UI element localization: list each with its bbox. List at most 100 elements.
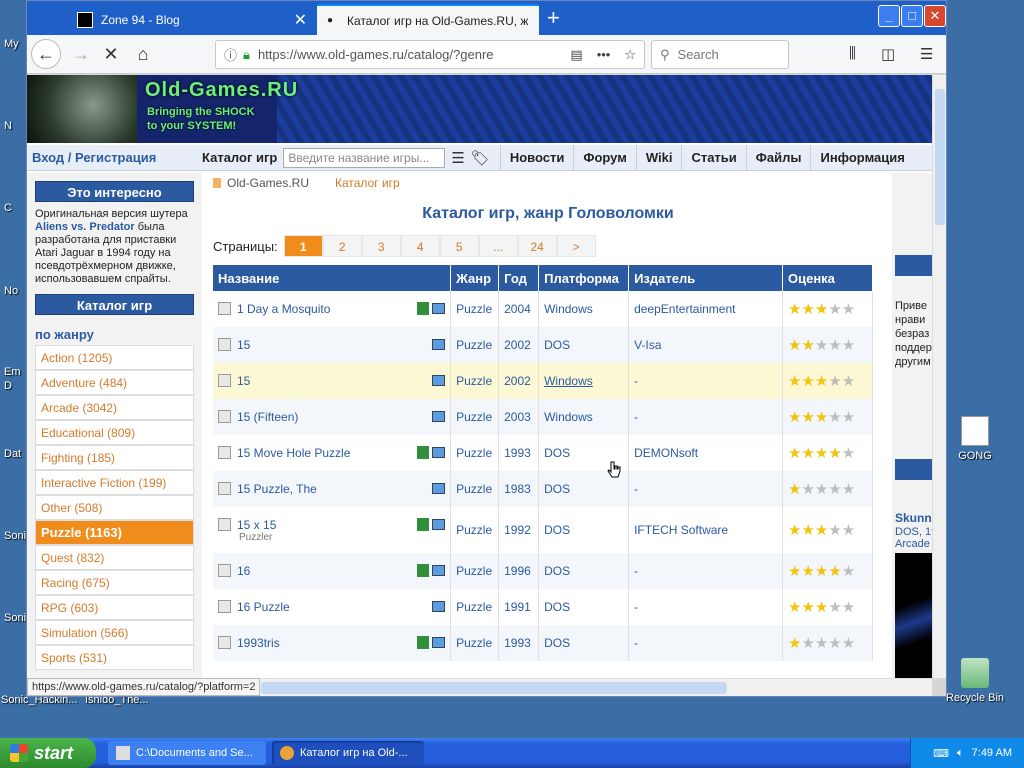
publisher-cell[interactable]: V-Isa — [628, 327, 783, 363]
table-row[interactable]: 1993tris Puzzle 1993 DOS - ★★★★★ — [213, 625, 874, 661]
site-menu-item[interactable]: Статьи — [681, 144, 745, 171]
publisher-cell[interactable]: - — [628, 471, 783, 507]
column-header[interactable]: Год — [498, 265, 540, 291]
year-cell[interactable]: 1983 — [498, 471, 540, 507]
table-row[interactable]: 15 x 15 Puzzler Puzzle 1992 DOS IFTECH Softwa… — [213, 507, 874, 553]
genre-cell[interactable]: Puzzle — [450, 625, 500, 661]
video-icon[interactable] — [417, 302, 430, 315]
year-link[interactable]: 1983 — [504, 482, 531, 496]
screenshot-icon[interactable] — [432, 447, 446, 458]
publisher-link[interactable]: deepEntertainment — [634, 302, 735, 316]
featured-game-screenshot[interactable] — [895, 553, 932, 678]
platform-link[interactable]: DOS — [544, 446, 570, 460]
page-link[interactable]: 3 — [361, 235, 401, 257]
year-cell[interactable]: 1996 — [498, 553, 540, 589]
screenshot-icon[interactable] — [432, 601, 446, 612]
login-link[interactable]: Вход / Регистрация — [32, 150, 202, 165]
publisher-link[interactable]: - — [634, 482, 638, 496]
search-input[interactable]: ⚲ Search — [651, 40, 789, 69]
platform-link[interactable]: DOS — [544, 338, 570, 352]
genre-cell[interactable]: Puzzle — [450, 399, 500, 435]
featured-game-title[interactable]: Skunn — [895, 511, 932, 525]
page-link[interactable]: 24 — [517, 235, 557, 257]
video-icon[interactable] — [417, 564, 430, 577]
publisher-link[interactable]: - — [634, 374, 638, 388]
filter-sliders-icon[interactable]: ☰ — [451, 149, 464, 167]
publisher-link[interactable]: V-Isa — [634, 338, 661, 352]
table-row[interactable]: 15 Puzzle 2002 Windows - ★★★★★ — [213, 363, 874, 399]
minimize-button[interactable]: _ — [878, 5, 900, 27]
info-icon[interactable]: ⓘ — [224, 45, 237, 64]
genre-link[interactable]: Sports (531) — [35, 645, 194, 670]
platform-link[interactable]: DOS — [544, 564, 570, 578]
video-icon[interactable] — [417, 446, 430, 459]
game-title-link[interactable]: 16 Puzzle — [237, 600, 290, 614]
publisher-link[interactable]: - — [634, 564, 638, 578]
screenshot-icon[interactable] — [432, 565, 446, 576]
year-cell[interactable]: 2003 — [498, 399, 540, 435]
video-icon[interactable] — [417, 517, 430, 531]
platform-cell[interactable]: Windows — [538, 399, 630, 435]
column-header[interactable]: Платформа — [538, 265, 630, 291]
table-row[interactable]: 16 Puzzle Puzzle 1991 DOS - ★★★★★ — [213, 589, 874, 625]
year-link[interactable]: 1991 — [504, 600, 531, 614]
genre-cell[interactable]: Puzzle — [450, 363, 500, 399]
volume-icon[interactable]: 🔈︎ — [957, 747, 964, 760]
game-title-link[interactable]: 15 — [237, 374, 250, 388]
genre-link[interactable]: Puzzle — [456, 482, 492, 496]
genre-link[interactable]: Action (1205) — [35, 345, 194, 370]
site-banner[interactable]: Old-Games.RU Bringing the SHOCK to your … — [27, 75, 932, 143]
interest-link[interactable]: Aliens vs. Predator — [35, 221, 135, 233]
site-menu-item[interactable]: Файлы — [745, 144, 811, 171]
genre-link[interactable]: Puzzle — [456, 636, 492, 650]
site-menu-item[interactable]: Информация — [810, 144, 913, 171]
publisher-link[interactable]: - — [634, 636, 638, 650]
year-link[interactable]: 2003 — [504, 410, 531, 424]
genre-link[interactable]: Puzzle — [456, 338, 492, 352]
genre-link[interactable]: Puzzle — [456, 564, 492, 578]
scrollbar-thumb[interactable] — [261, 682, 727, 694]
screenshot-icon[interactable] — [432, 375, 446, 386]
genre-link[interactable]: Puzzle — [456, 374, 492, 388]
genre-cell[interactable]: Puzzle — [450, 291, 500, 327]
reader-view-icon[interactable]: ▤ — [570, 47, 582, 63]
catalog-label[interactable]: Каталог игр — [202, 150, 277, 165]
genre-cell[interactable]: Puzzle — [450, 435, 500, 471]
tags-icon[interactable]: 🏷︎ — [471, 149, 490, 167]
keyboard-icon[interactable]: ⌨ — [933, 747, 949, 760]
genre-link[interactable]: Educational (809) — [35, 420, 194, 445]
back-icon[interactable]: ← — [31, 39, 61, 69]
video-icon[interactable] — [417, 636, 430, 649]
home-icon[interactable]: ⌂ — [129, 40, 157, 68]
genre-cell[interactable]: Puzzle — [450, 327, 500, 363]
taskbar-button-browser[interactable]: Каталог игр на Old-... — [272, 741, 424, 765]
menu-icon[interactable]: ☰ — [920, 45, 933, 63]
genre-cell[interactable]: Puzzle — [450, 589, 500, 625]
taskbar-button-explorer[interactable]: C:\Documents and Se... — [108, 741, 266, 765]
breadcrumb-catalog[interactable]: Каталог игр — [335, 176, 400, 190]
table-row[interactable]: 1 Day a Mosquito Puzzle 2004 Windows deepEnt… — [213, 291, 874, 327]
game-title-link[interactable]: 15 Move Hole Puzzle — [237, 446, 350, 460]
year-cell[interactable]: 2004 — [498, 291, 540, 327]
platform-link[interactable]: Windows — [544, 302, 593, 316]
tab-old-games[interactable]: ● Каталог игр на Old-Games.RU, ж — [317, 4, 539, 35]
genre-link[interactable]: Puzzle (1163) — [35, 520, 194, 545]
screenshot-icon[interactable] — [432, 339, 446, 350]
desktop-icon-label[interactable]: N — [4, 120, 12, 132]
publisher-cell[interactable]: - — [628, 363, 783, 399]
site-menu-item[interactable]: Новости — [499, 144, 574, 171]
platform-cell[interactable]: Windows — [538, 291, 630, 327]
platform-cell[interactable]: Windows — [538, 363, 630, 399]
genre-link[interactable]: Simulation (566) — [35, 620, 194, 645]
year-link[interactable]: 1993 — [504, 636, 531, 650]
year-cell[interactable]: 1992 — [498, 507, 540, 553]
genre-link[interactable]: Arcade (3042) — [35, 395, 194, 420]
game-search-input[interactable]: Введите название игры... — [283, 147, 446, 168]
breadcrumb-home[interactable]: Old-Games.RU — [213, 176, 309, 190]
genre-link[interactable]: Racing (675) — [35, 570, 194, 595]
year-cell[interactable]: 1991 — [498, 589, 540, 625]
column-header[interactable]: Оценка — [782, 265, 874, 291]
year-link[interactable]: 2002 — [504, 338, 531, 352]
year-link[interactable]: 2004 — [504, 302, 531, 316]
publisher-cell[interactable]: - — [628, 553, 783, 589]
